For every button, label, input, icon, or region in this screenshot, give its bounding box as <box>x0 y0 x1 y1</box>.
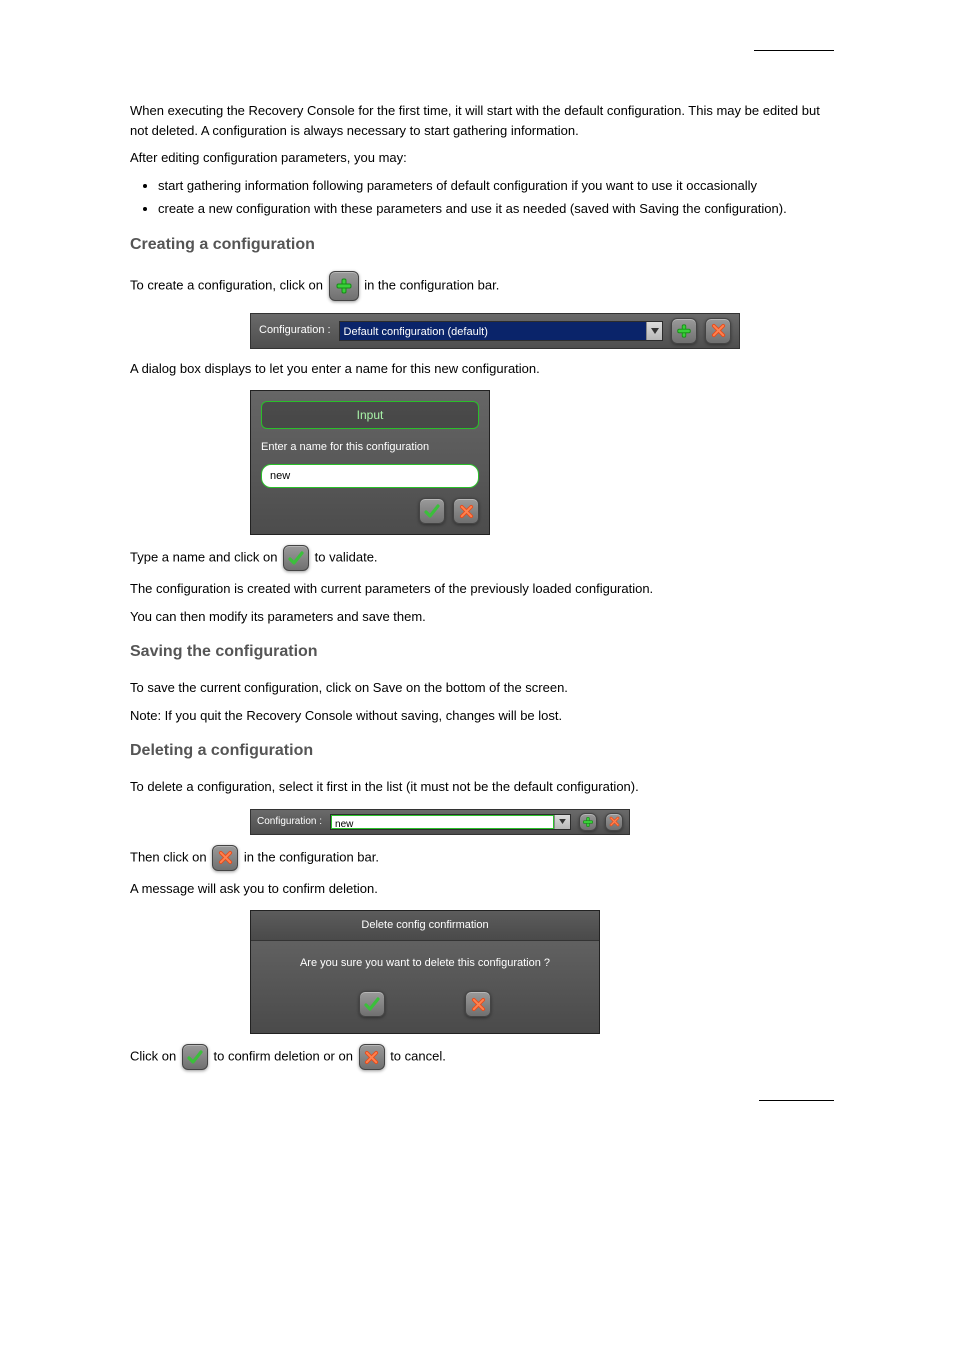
heading-create: Creating a configuration <box>130 233 834 257</box>
config-label: Configuration : <box>259 322 331 339</box>
delete-p2a: Then click on <box>130 849 210 864</box>
delete-p2b: in the configuration bar. <box>244 849 379 864</box>
confirm-button[interactable] <box>419 498 445 524</box>
create-p3a: Type a name and click on <box>130 549 281 564</box>
intro-list-item: start gathering information following pa… <box>158 176 834 196</box>
config-dropdown-value: Default configuration (default) <box>340 322 646 340</box>
cross-icon <box>212 845 238 871</box>
confirm-delete-button[interactable] <box>359 991 385 1017</box>
config-dropdown-value: new <box>331 815 554 829</box>
add-config-button[interactable] <box>579 813 597 831</box>
delete-p4: Click on to confirm deletion or on to ca… <box>130 1044 834 1070</box>
delete-p4b: to confirm deletion or on <box>213 1048 356 1063</box>
confirm-title: Delete config confirmation <box>251 911 599 941</box>
input-dialog-prompt: Enter a name for this configuration <box>261 439 479 456</box>
input-dialog-title: Input <box>261 401 479 429</box>
save-p1: To save the current configuration, click… <box>130 678 834 698</box>
save-p2: Note: If you quit the Recovery Console w… <box>130 706 834 726</box>
chevron-down-icon[interactable] <box>646 322 662 340</box>
delete-config-button[interactable] <box>705 318 731 344</box>
intro-p2: After editing configuration parameters, … <box>130 148 834 168</box>
confirm-body: Are you sure you want to delete this con… <box>251 941 599 982</box>
header-rule <box>754 50 834 51</box>
cancel-button[interactable] <box>453 498 479 524</box>
config-label: Configuration : <box>257 814 322 829</box>
create-p4: The configuration is created with curren… <box>130 579 834 599</box>
intro-list: start gathering information following pa… <box>130 176 834 219</box>
create-p1: To create a configuration, click on in t… <box>130 271 834 301</box>
create-p3: Type a name and click on to validate. <box>130 545 834 571</box>
delete-config-button[interactable] <box>605 813 623 831</box>
delete-p2: Then click on in the configuration bar. <box>130 845 834 871</box>
delete-p4c: to cancel. <box>390 1048 446 1063</box>
delete-p4a: Click on <box>130 1048 180 1063</box>
config-name-input[interactable]: new <box>261 464 479 489</box>
delete-p1: To delete a configuration, select it fir… <box>130 777 834 797</box>
create-p5: You can then modify its parameters and s… <box>130 607 834 627</box>
heading-delete: Deleting a configuration <box>130 739 834 763</box>
create-p1a: To create a configuration, click on <box>130 277 327 292</box>
check-icon <box>283 545 309 571</box>
heading-save: Saving the configuration <box>130 640 834 664</box>
create-p1b: in the configuration bar. <box>364 277 499 292</box>
delete-p3: A message will ask you to confirm deleti… <box>130 879 834 899</box>
create-p2: A dialog box displays to let you enter a… <box>130 359 834 379</box>
config-bar-default: Configuration : Default configuration (d… <box>250 313 740 349</box>
config-dropdown[interactable]: Default configuration (default) <box>339 321 663 341</box>
config-dropdown[interactable]: new <box>330 814 571 830</box>
check-icon <box>182 1044 208 1070</box>
input-dialog: Input Enter a name for this configuratio… <box>250 390 490 535</box>
config-bar-new: Configuration : new <box>250 809 630 835</box>
cross-icon <box>359 1044 385 1070</box>
chevron-down-icon[interactable] <box>554 815 570 829</box>
footer-rule <box>759 1100 834 1101</box>
add-config-button[interactable] <box>671 318 697 344</box>
cancel-delete-button[interactable] <box>465 991 491 1017</box>
intro-list-item: create a new configuration with these pa… <box>158 199 834 219</box>
plus-icon <box>329 271 359 301</box>
delete-confirm-dialog: Delete config confirmation Are you sure … <box>250 910 600 1034</box>
intro-p1: When executing the Recovery Console for … <box>130 101 834 140</box>
create-p3b: to validate. <box>315 549 378 564</box>
